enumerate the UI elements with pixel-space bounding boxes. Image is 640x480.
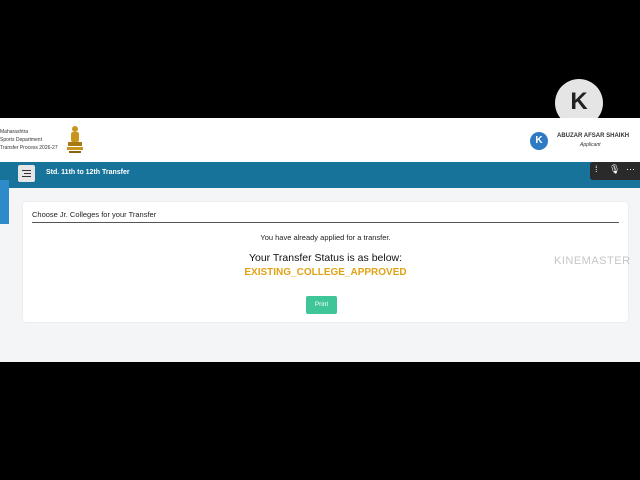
site-header: Maharashtra Sports Department Transfer P… xyxy=(0,118,640,162)
menu-icon xyxy=(22,170,31,177)
status-badge: EXISTING_COLLEGE_APPROVED xyxy=(244,267,407,278)
print-button[interactable]: Print xyxy=(306,296,337,314)
more-icon[interactable]: ⋯ xyxy=(626,164,635,175)
sidebar-edge xyxy=(0,180,9,224)
transfer-card: Choose Jr. Colleges for your Transfer Yo… xyxy=(23,202,628,322)
org-state: Maharashtra xyxy=(0,129,29,135)
drag-handle-icon[interactable]: ⁞ xyxy=(595,164,598,174)
kinemaster-watermark: KINEMASTER xyxy=(554,255,631,267)
org-department: Sports Department xyxy=(0,137,42,143)
org-process: Transfer Process 2026-27 xyxy=(0,145,58,151)
top-navbar: Std. 11th to 12th Transfer xyxy=(0,162,640,188)
user-role: Applicant xyxy=(580,142,601,148)
divider xyxy=(32,222,619,223)
org-info: Maharashtra Sports Department Transfer P… xyxy=(0,128,58,152)
national-emblem-icon xyxy=(67,126,83,153)
user-profile[interactable]: K ABUZAR AFSAR SHAIKH Applicant xyxy=(530,128,635,154)
card-title: Choose Jr. Colleges for your Transfer xyxy=(32,210,157,219)
already-applied-message: You have already applied for a transfer. xyxy=(260,233,391,242)
browser-screen: Maharashtra Sports Department Transfer P… xyxy=(0,118,640,362)
user-name: ABUZAR AFSAR SHAIKH xyxy=(557,133,630,139)
microphone-icon[interactable]: 🎙 xyxy=(609,164,620,175)
page-title: Std. 11th to 12th Transfer xyxy=(46,169,130,176)
recorder-controls[interactable]: ⁞ 🎙 ⋯ xyxy=(590,162,640,180)
avatar: K xyxy=(530,132,548,150)
status-heading: Your Transfer Status is as below: xyxy=(248,252,403,264)
menu-toggle-button[interactable] xyxy=(18,165,35,182)
